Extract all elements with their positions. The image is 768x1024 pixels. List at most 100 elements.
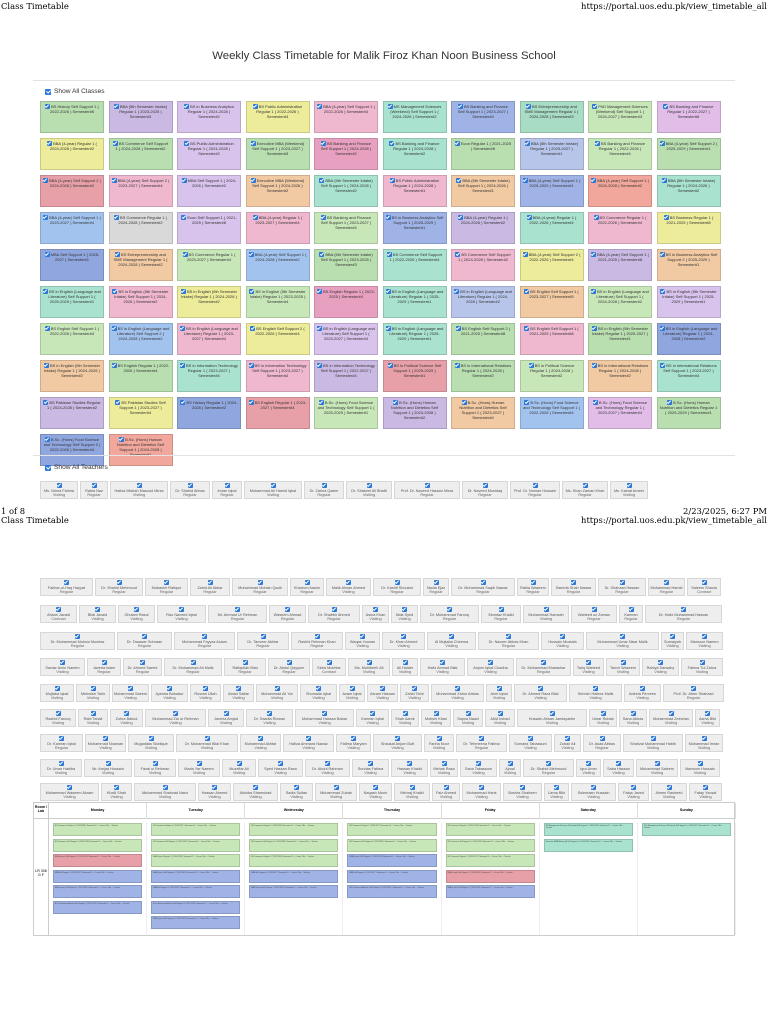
teacher-tile[interactable]: Dr. Kamran Iqbal Regular bbox=[40, 734, 83, 752]
class-tile[interactable]: BS Pakistan Studies Self Support 1 ( 202… bbox=[108, 397, 173, 429]
teacher-tile[interactable]: Rabi Tahali Visiting bbox=[78, 709, 108, 727]
teacher-tile[interactable]: Fakhar-ul-Haq Hayyat Regular bbox=[40, 578, 93, 596]
checkbox-checked-icon[interactable] bbox=[522, 178, 528, 183]
teacher-tile[interactable]: Sulemaan Hussain Visiting bbox=[571, 783, 616, 801]
class-tile[interactable]: BS Banking and Finance Regular 1 ( 2022-… bbox=[656, 101, 721, 133]
checkbox-checked-icon[interactable] bbox=[373, 607, 378, 612]
checkbox-checked-icon[interactable] bbox=[90, 711, 96, 716]
teacher-tile[interactable]: Dr. Naveed Mushtaq Regular bbox=[462, 481, 508, 499]
checkbox-checked-icon[interactable] bbox=[538, 686, 543, 691]
checkbox-checked-icon[interactable] bbox=[180, 326, 186, 331]
checkbox-checked-icon[interactable] bbox=[180, 363, 186, 368]
class-tile[interactable]: BS History Regular 1 ( 2024-2028 ) Semes… bbox=[177, 397, 241, 429]
teacher-tile[interactable]: Shumaila Iqbal Visiting bbox=[300, 684, 337, 702]
checkbox-checked-icon[interactable] bbox=[250, 326, 256, 331]
class-tile[interactable]: BS Pakistan Studies Regular 1 ( 2024-202… bbox=[40, 397, 104, 429]
class-tile[interactable]: BS History Self Support 1 ( 2022-2026 ) … bbox=[40, 101, 104, 133]
checkbox-checked-icon[interactable] bbox=[593, 215, 599, 220]
teacher-tile[interactable]: Dr. Muhammad Ali Malik Regular bbox=[164, 658, 222, 676]
class-tile[interactable]: BBA (5th Semester Intake) Self Support 1… bbox=[451, 175, 515, 207]
teacher-tile[interactable]: Rabiya Sarwahy Visiting bbox=[642, 658, 679, 676]
class-tile[interactable]: BS Banking and Finance Regular 1 ( 2024-… bbox=[382, 138, 447, 170]
checkbox-checked-icon[interactable] bbox=[111, 363, 117, 368]
class-tile[interactable]: B.Sc. (Hons) Food Science and Technology… bbox=[314, 397, 378, 429]
checkbox-checked-icon[interactable] bbox=[412, 686, 417, 691]
class-tile[interactable]: BS in Information Technology Regular 1 (… bbox=[177, 360, 241, 392]
teacher-tile[interactable]: Sundas Fatima Visiting bbox=[352, 759, 389, 777]
checkbox-checked-icon[interactable] bbox=[95, 607, 100, 612]
timetable-slot[interactable]: BS Commerce Self Support 1 ( 2024-2028 )… bbox=[445, 838, 535, 852]
timetable-slot[interactable]: MBA Self Support 1 ( 2025-2027 ) Semeste… bbox=[151, 885, 241, 898]
checkbox-checked-icon[interactable] bbox=[522, 252, 528, 257]
timetable-slot[interactable]: BS Commerce Regular 1 ( 2022-2026 ) Seme… bbox=[249, 854, 339, 867]
checkbox-checked-icon[interactable] bbox=[318, 400, 324, 405]
checkbox-checked-icon[interactable] bbox=[433, 711, 439, 716]
checkbox-checked-icon[interactable] bbox=[659, 326, 665, 331]
checkbox-checked-icon[interactable] bbox=[181, 215, 187, 220]
teacher-tile[interactable]: Dr. Hafiz Muhammad Hassan Regular bbox=[645, 605, 722, 623]
teacher-tile[interactable]: Dr. Abdul Rahman Visiting bbox=[305, 759, 350, 777]
checkbox-checked-icon[interactable] bbox=[140, 660, 145, 665]
checkbox-checked-icon[interactable] bbox=[591, 363, 597, 368]
checkbox-checked-icon[interactable] bbox=[331, 607, 337, 612]
checkbox-checked-icon[interactable] bbox=[285, 607, 290, 612]
checkbox-checked-icon[interactable] bbox=[45, 464, 51, 471]
checkbox-checked-icon[interactable] bbox=[393, 400, 399, 405]
checkbox-checked-icon[interactable] bbox=[317, 289, 323, 294]
class-tile[interactable]: BS in International Relations Self Suppo… bbox=[656, 360, 721, 392]
teacher-tile[interactable]: Fazal ul Rehman Visiting bbox=[134, 759, 176, 777]
checkbox-checked-icon[interactable] bbox=[44, 437, 50, 442]
checkbox-checked-icon[interactable] bbox=[253, 785, 258, 790]
teacher-tile[interactable]: Prof. Dr. Ather Shahzad Regular bbox=[663, 684, 724, 702]
class-tile[interactable]: BBA (5th Semester Intake) Self Support 1… bbox=[314, 249, 378, 281]
checkbox-checked-icon[interactable] bbox=[317, 363, 323, 368]
teacher-tile[interactable]: Muhammad Umar Nisar Malik Visiting bbox=[586, 632, 659, 650]
timetable-slot[interactable]: MBA Self Support 1 ( 2025-2027 ) Semeste… bbox=[249, 869, 339, 883]
class-tile[interactable]: BS in International Relations Regular 1 … bbox=[451, 360, 515, 392]
teacher-tile[interactable]: Muhammad Hassan Babar Visiting bbox=[295, 709, 354, 727]
checkbox-checked-icon[interactable] bbox=[663, 215, 669, 220]
teacher-tile[interactable]: Muhammad Zahur Abbas Visiting bbox=[431, 684, 484, 702]
checkbox-checked-icon[interactable] bbox=[286, 660, 292, 665]
checkbox-checked-icon[interactable] bbox=[224, 483, 230, 488]
timetable-slot[interactable]: MBA Self Support 1 ( 2025-2027 ) Semeste… bbox=[347, 869, 437, 883]
teacher-tile[interactable]: Muhammad Fayyaz Aslam Regular bbox=[174, 632, 235, 650]
teacher-tile[interactable]: Dr. Muhammad Mubashar Regular bbox=[516, 658, 571, 676]
teacher-tile[interactable]: Dr. Muhammad Farooq Regular bbox=[420, 605, 479, 623]
teacher-tile[interactable]: Dr. Tehmeena Fatima Regular bbox=[456, 734, 507, 752]
checkbox-checked-icon[interactable] bbox=[304, 580, 310, 585]
checkbox-checked-icon[interactable] bbox=[60, 660, 65, 665]
timetable-slot[interactable]: BS Commerce Regular 1 ( 2023-2027 ) Seme… bbox=[445, 854, 535, 867]
teacher-tile[interactable]: Sana Tabassum Visiting bbox=[460, 759, 497, 777]
teacher-tile[interactable]: Dr. Tasawar Sohraan Regular bbox=[117, 632, 172, 650]
checkbox-checked-icon[interactable] bbox=[524, 141, 530, 146]
checkbox-checked-icon[interactable] bbox=[202, 634, 207, 639]
checkbox-checked-icon[interactable] bbox=[667, 400, 673, 405]
checkbox-checked-icon[interactable] bbox=[666, 785, 672, 790]
class-tile[interactable]: BS in International Relations Regular 1 … bbox=[588, 360, 652, 392]
checkbox-checked-icon[interactable] bbox=[447, 607, 452, 612]
teacher-tile[interactable]: Dr. Muhammad Mohsin Mumtaz Regular bbox=[40, 632, 115, 650]
timetable-slot[interactable]: BBA (4-year) Self Support 1 ( 2025-2029 … bbox=[445, 885, 535, 898]
checkbox-checked-icon[interactable] bbox=[599, 736, 605, 741]
checkbox-checked-icon[interactable] bbox=[591, 178, 597, 183]
teacher-tile[interactable]: Dr. Naveer Abbas Khan Regular bbox=[478, 632, 539, 650]
checkbox-checked-icon[interactable] bbox=[699, 660, 705, 665]
checkbox-checked-icon[interactable] bbox=[524, 326, 530, 331]
checkbox-checked-icon[interactable] bbox=[387, 104, 393, 109]
checkbox-checked-icon[interactable] bbox=[701, 580, 707, 585]
checkbox-checked-icon[interactable] bbox=[252, 104, 258, 109]
checkbox-checked-icon[interactable] bbox=[278, 761, 283, 766]
checkbox-checked-icon[interactable] bbox=[389, 178, 395, 183]
checkbox-checked-icon[interactable] bbox=[320, 215, 326, 220]
checkbox-checked-icon[interactable] bbox=[626, 483, 632, 488]
checkbox-checked-icon[interactable] bbox=[554, 785, 559, 790]
checkbox-checked-icon[interactable] bbox=[368, 761, 373, 766]
teacher-tile[interactable]: Dr. Shahid Abbas Regular bbox=[170, 481, 210, 499]
teacher-tile[interactable]: Hussain Ahsan Jamlayanile Visiting bbox=[517, 709, 587, 727]
checkbox-checked-icon[interactable] bbox=[591, 607, 597, 612]
teacher-tile[interactable]: Syed Hassan Raza Visiting bbox=[258, 759, 303, 777]
teacher-tile[interactable]: Dr. Saadia Rizwan Visiting bbox=[246, 709, 293, 727]
checkbox-checked-icon[interactable] bbox=[43, 215, 49, 220]
class-tile[interactable]: BS English Regular 1 ( 2023-2025 ) Semes… bbox=[314, 286, 378, 318]
